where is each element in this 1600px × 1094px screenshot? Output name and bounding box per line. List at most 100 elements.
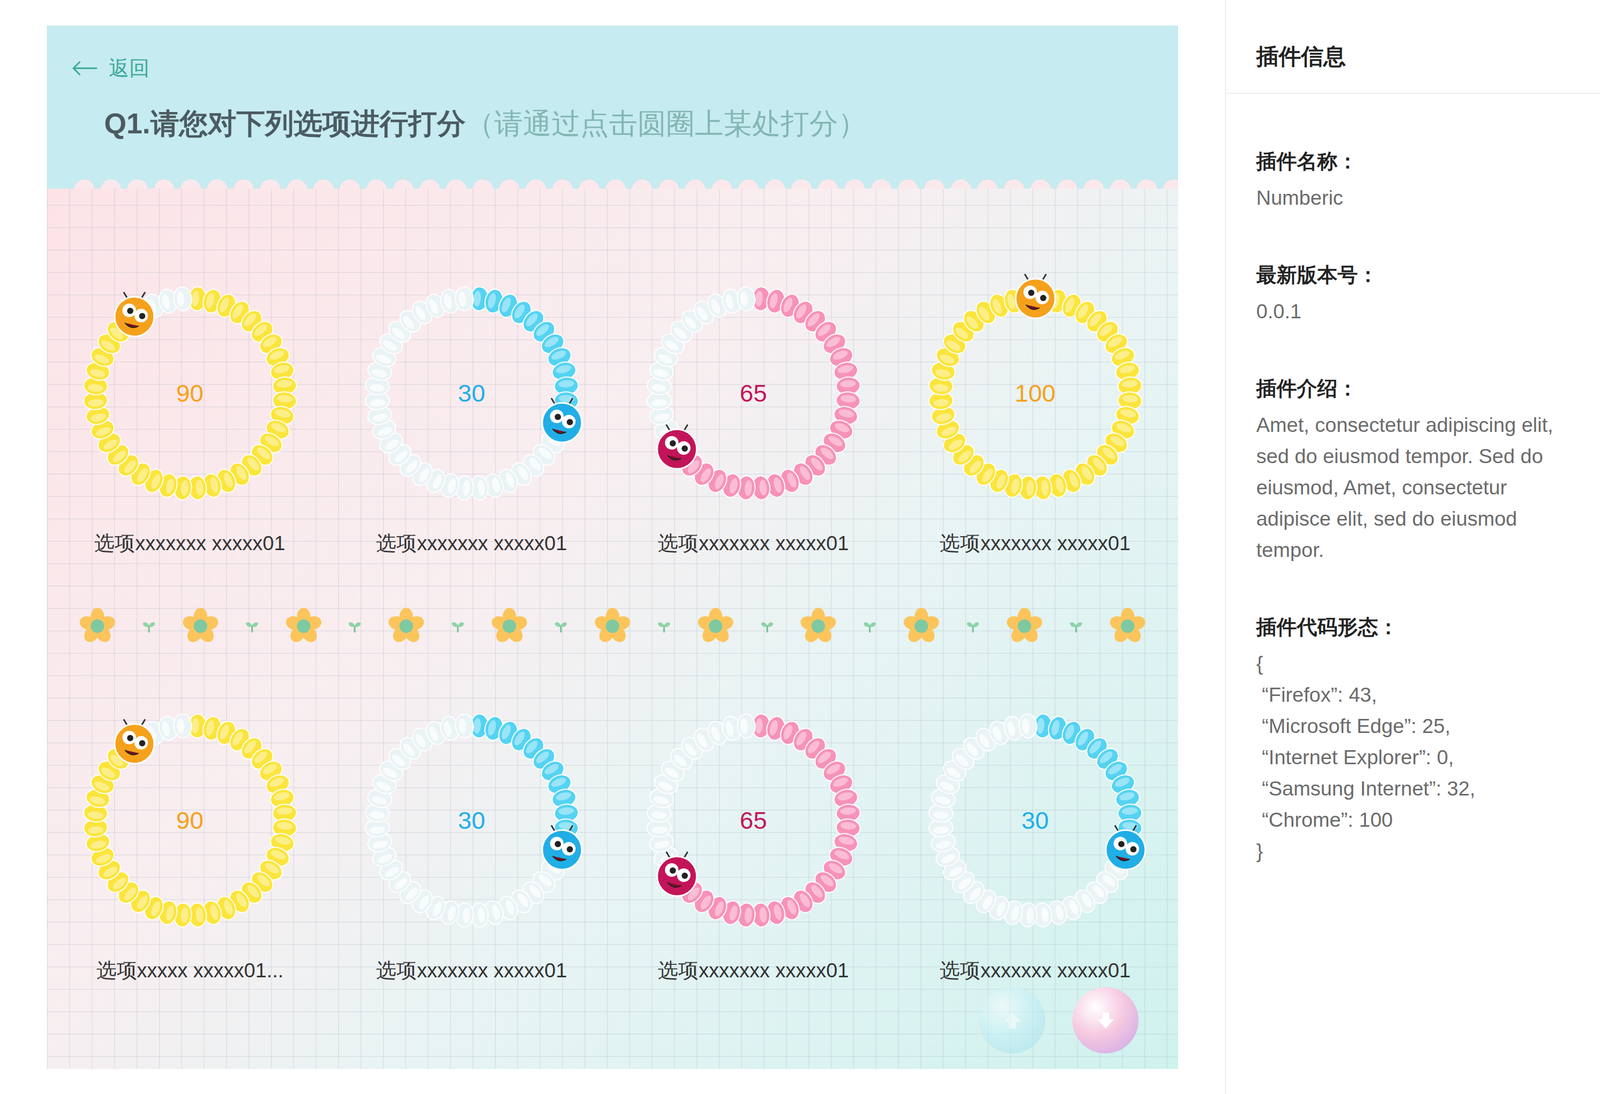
info-field: 插件介绍： Amet, consectetur adipiscing elit,… (1256, 375, 1580, 566)
field-value: 0.0.1 (1256, 295, 1580, 328)
up-arrow-icon (998, 1006, 1027, 1034)
ring-bead[interactable] (172, 285, 193, 312)
score-ring[interactable]: 65 (644, 283, 864, 503)
preview-area: 返回 Q1.请您对下列选项进行打分（请通过点击圆圈上某处打分） 90 选项xxx… (0, 0, 1225, 1094)
flower-icon (902, 606, 941, 646)
score-ring[interactable]: 30 (926, 710, 1145, 930)
score-value: 30 (362, 378, 582, 408)
caterpillar-head-icon[interactable] (1015, 274, 1056, 319)
option-label: 选项xxxxxxx xxxxx01 (376, 958, 567, 982)
caterpillar-head-icon[interactable] (1105, 825, 1146, 870)
info-field: 插件代码形态： { “Firefox”: 43, “Microsoft Edge… (1256, 614, 1580, 867)
caterpillar-head-icon[interactable] (114, 719, 155, 764)
code-line: “Firefox”: 43, (1256, 679, 1580, 711)
back-label: 返回 (108, 55, 150, 81)
score-ring[interactable]: 90 (80, 710, 300, 930)
option-item: 90 选项xxxxxxx xxxxx01 (48, 283, 331, 555)
code-line: { (1256, 647, 1580, 680)
option-item: 65 选项xxxxxxx xxxxx01 (612, 283, 895, 555)
field-label: 插件名称： (1256, 148, 1580, 175)
code-line: “Samsung Internet”: 32, (1256, 772, 1580, 805)
caterpillar-head-icon[interactable] (656, 425, 697, 469)
score-ring[interactable]: 65 (644, 710, 864, 930)
options-row: 90 选项xxxxx xxxxx01... 30 选项xxxxxxx xxxxx… (48, 710, 1177, 982)
option-label: 选项xxxxx xxxxx01... (96, 958, 284, 982)
code-line: “Internet Explorer”: 0, (1256, 741, 1580, 773)
up-button[interactable] (979, 986, 1046, 1054)
ring-bead[interactable] (454, 713, 474, 739)
sprout-icon (656, 618, 672, 634)
flower-icon (1108, 606, 1147, 646)
plugin-preview: 返回 Q1.请您对下列选项进行打分（请通过点击圆圈上某处打分） 90 选项xxx… (46, 25, 1179, 1069)
back-button[interactable]: 返回 (71, 55, 1179, 81)
code-line: “Microsoft Edge”: 25, (1256, 710, 1580, 742)
info-field: 最新版本号： 0.0.1 (1256, 261, 1580, 328)
info-field: 插件名称： Numberic (1256, 148, 1580, 214)
flower-icon (1005, 606, 1044, 646)
sprout-icon (141, 618, 157, 634)
flower-icon (490, 606, 529, 646)
flower-icon (181, 606, 220, 646)
sprout-icon (1068, 618, 1084, 634)
ring-bead[interactable] (172, 713, 193, 739)
score-value: 90 (80, 378, 300, 408)
score-value: 65 (644, 805, 864, 835)
sprout-icon (965, 618, 981, 634)
option-item: 30 选项xxxxxxx xxxxx01 (330, 283, 613, 555)
caterpillar-head-icon[interactable] (656, 852, 697, 896)
option-label: 选项xxxxxxx xxxxx01 (939, 531, 1131, 555)
question-title: Q1.请您对下列选项进行打分（请通过点击圆圈上某处打分） (71, 106, 1179, 141)
caterpillar-head-icon[interactable] (114, 292, 155, 337)
option-label: 选项xxxxxxx xxxxx01 (376, 531, 567, 555)
flower-icon (78, 606, 117, 646)
sprout-icon (450, 618, 466, 634)
score-ring[interactable]: 30 (362, 710, 582, 930)
score-value: 30 (926, 805, 1145, 835)
option-label: 选项xxxxxxx xxxxx01 (657, 958, 849, 982)
down-arrow-icon (1092, 1006, 1120, 1034)
option-item: 30 选项xxxxxxx xxxxx01 (330, 710, 613, 982)
ring-bead[interactable] (735, 713, 756, 739)
flower-icon (593, 606, 632, 646)
caterpillar-head-icon[interactable] (542, 825, 582, 870)
sprout-icon (861, 618, 878, 634)
option-item: 30 选项xxxxxxx xxxxx01 (894, 710, 1177, 982)
code-block: { “Firefox”: 43, “Microsoft Edge”: 25, “… (1256, 647, 1580, 867)
score-value: 90 (80, 805, 300, 835)
flower-icon (386, 606, 426, 646)
score-ring[interactable]: 100 (926, 283, 1145, 503)
code-line: } (1256, 835, 1580, 867)
score-value: 65 (644, 378, 864, 408)
flower-icon (284, 606, 323, 646)
ring-bead[interactable] (454, 285, 474, 312)
ring-bead[interactable] (1017, 713, 1038, 739)
panel-title: 插件信息 (1256, 41, 1600, 71)
pager (979, 986, 1139, 1054)
options-area: 90 选项xxxxxxx xxxxx01 30 选项xxxxxxx xxxxx0… (46, 188, 1179, 982)
sprout-icon (759, 618, 775, 634)
option-item: 100 选项xxxxxxx xxxxx01 (894, 283, 1177, 555)
ring-bead[interactable] (735, 285, 756, 312)
score-ring[interactable]: 30 (362, 283, 582, 503)
sprout-icon (346, 618, 363, 634)
caterpillar-head-icon[interactable] (542, 398, 582, 443)
page: 返回 Q1.请您对下列选项进行打分（请通过点击圆圈上某处打分） 90 选项xxx… (0, 0, 1600, 1094)
score-ring[interactable]: 90 (80, 283, 300, 503)
code-line: “Chrome”: 100 (1256, 804, 1580, 836)
sprout-icon (553, 618, 569, 634)
option-label: 选项xxxxxxx xxxxx01 (657, 531, 849, 555)
back-arrow-icon (71, 60, 98, 77)
flower-icon (798, 606, 838, 646)
field-label: 插件代码形态： (1256, 614, 1580, 641)
option-item: 90 选项xxxxx xxxxx01... (48, 710, 331, 982)
info-fields: 插件名称： Numberic 最新版本号： 0.0.1 插件介绍： Amet, co… (1226, 93, 1600, 888)
flower-icon (696, 606, 735, 646)
down-button[interactable] (1072, 986, 1139, 1054)
question-hint: （请通过点击圆圈上某处打分） (465, 107, 867, 140)
field-value: Amet, consectetur adipiscing elit, sed d… (1256, 409, 1580, 566)
option-item: 65 选项xxxxxxx xxxxx01 (612, 710, 895, 982)
options-row: 90 选项xxxxxxx xxxxx01 30 选项xxxxxxx xxxxx0… (48, 283, 1177, 555)
panel-header: 插件信息 (1226, 0, 1600, 94)
question-text: Q1.请您对下列选项进行打分 (104, 107, 466, 140)
field-label: 最新版本号： (1256, 261, 1580, 289)
